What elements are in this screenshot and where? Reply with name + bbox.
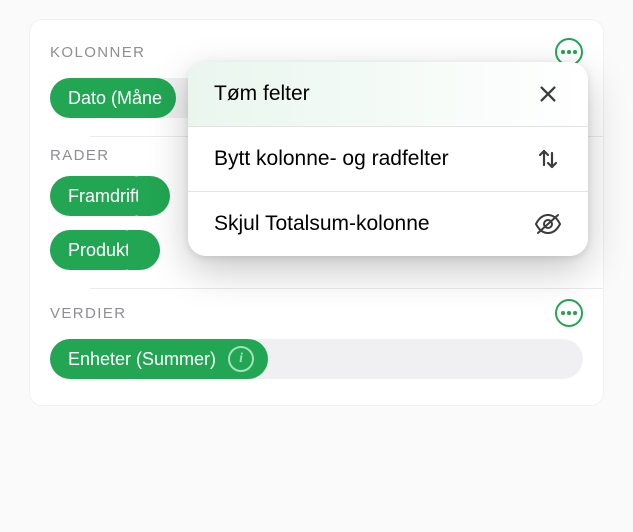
chip-enheter[interactable]: Enheter (Summer) i <box>50 339 268 379</box>
info-icon[interactable]: i <box>228 346 254 372</box>
chip-label: Framdrift <box>68 186 140 207</box>
menu-label: Bytt kolonne- og radfelter <box>214 147 449 171</box>
menu-hide-total[interactable]: Skjul Totalsum-kolonne <box>188 192 588 256</box>
values-more-icon[interactable] <box>555 299 583 327</box>
columns-title: KOLONNER <box>50 44 145 61</box>
values-header: VERDIER <box>50 299 583 327</box>
chip-dato[interactable]: Dato (Måne <box>50 78 176 118</box>
hide-icon <box>534 210 562 238</box>
menu-swap-fields[interactable]: Bytt kolonne- og radfelter <box>188 127 588 191</box>
values-section: VERDIER Enheter (Summer) i <box>30 289 603 397</box>
values-title: VERDIER <box>50 305 126 322</box>
menu-clear-fields[interactable]: Tøm felter <box>188 62 588 126</box>
menu-label: Skjul Totalsum-kolonne <box>214 212 430 236</box>
chip-label: Produkt <box>68 240 130 261</box>
chip-label: Enheter (Summer) <box>68 349 216 370</box>
close-icon <box>534 80 562 108</box>
chip-label: Dato (Måne <box>68 88 162 109</box>
context-menu: Tøm felter Bytt kolonne- og radfelter Sk… <box>188 62 588 256</box>
chip-produkt[interactable]: Produkt <box>50 230 144 270</box>
swap-icon <box>534 145 562 173</box>
chip-container: Enheter (Summer) i <box>50 339 583 379</box>
chip-framdrift[interactable]: Framdrift <box>50 176 154 216</box>
menu-label: Tøm felter <box>214 82 310 106</box>
rows-title: RADER <box>50 147 110 164</box>
